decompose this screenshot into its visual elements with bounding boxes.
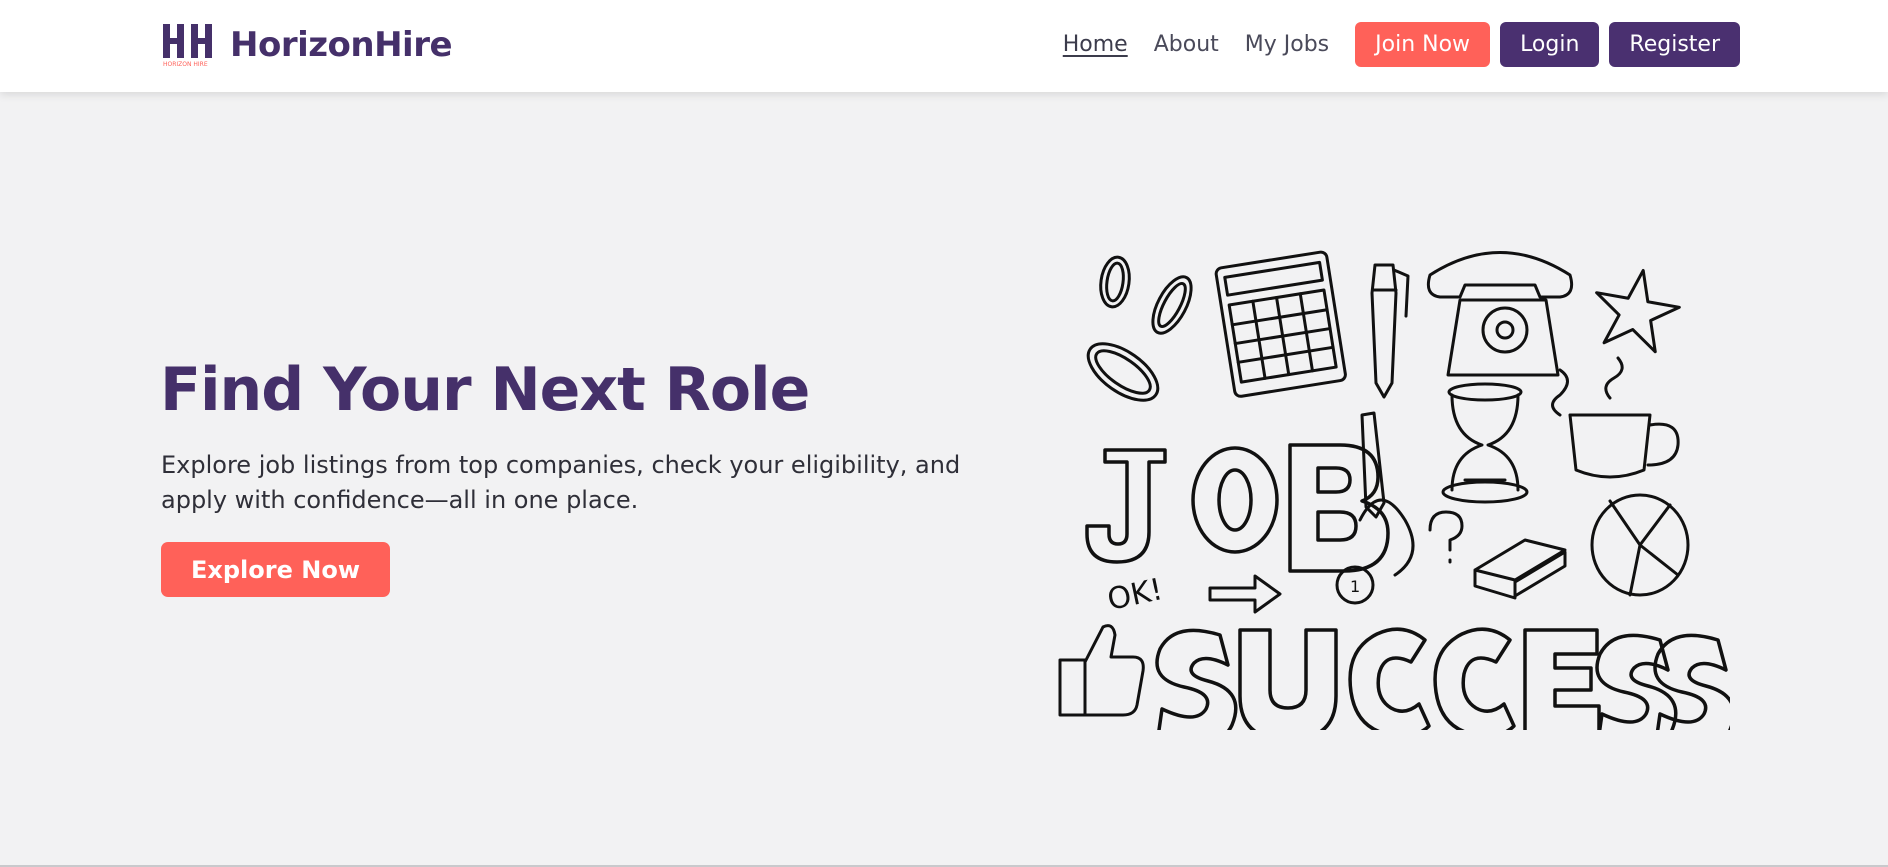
hero-subtitle: Explore job listings from top companies,… (161, 451, 961, 514)
brand-name: HorizonHire (230, 25, 453, 65)
hourglass-icon (1441, 382, 1529, 504)
join-now-button[interactable]: Join Now (1355, 22, 1491, 67)
logo-caption: HORIZON HIRE (163, 61, 208, 68)
top-navbar: HORIZON HIRE HorizonHire Home About My J… (0, 0, 1888, 92)
star-icon (1595, 268, 1681, 354)
medal-number: 1 (1350, 577, 1360, 596)
brand-home-link[interactable]: HORIZON HIRE HorizonHire (162, 22, 453, 68)
coffee-cup-icon (1568, 356, 1680, 479)
pie-chart-icon (1590, 493, 1690, 597)
ok-exclaim-text: OK! (1104, 572, 1165, 618)
arrow-icon (1208, 574, 1282, 614)
job-word (1085, 443, 1390, 573)
main-nav: Home About My Jobs Join Now Login Regist… (1063, 22, 1740, 67)
hero-title: Find Your Next Role (160, 355, 810, 425)
question-mark-icon (1428, 510, 1464, 564)
job-success-doodle-illustration: OK! 1 (1050, 230, 1736, 751)
gold-bar-icon (1473, 538, 1567, 600)
coins-icon (1086, 255, 1193, 402)
nav-link-about[interactable]: About (1154, 32, 1219, 57)
thumbs-up-icon (1058, 624, 1145, 717)
register-button[interactable]: Register (1609, 22, 1740, 67)
nav-link-home[interactable]: Home (1063, 32, 1128, 57)
pen-icon (1370, 263, 1410, 399)
calculator-icon (1214, 250, 1347, 398)
doodle-svg: OK! 1 (1058, 250, 1736, 751)
nav-link-my-jobs[interactable]: My Jobs (1245, 32, 1329, 57)
explore-now-button[interactable]: Explore Now (161, 542, 390, 597)
horizonhire-logo-icon: HORIZON HIRE (163, 24, 212, 68)
success-word (1155, 627, 1736, 751)
login-button[interactable]: Login (1500, 22, 1600, 67)
